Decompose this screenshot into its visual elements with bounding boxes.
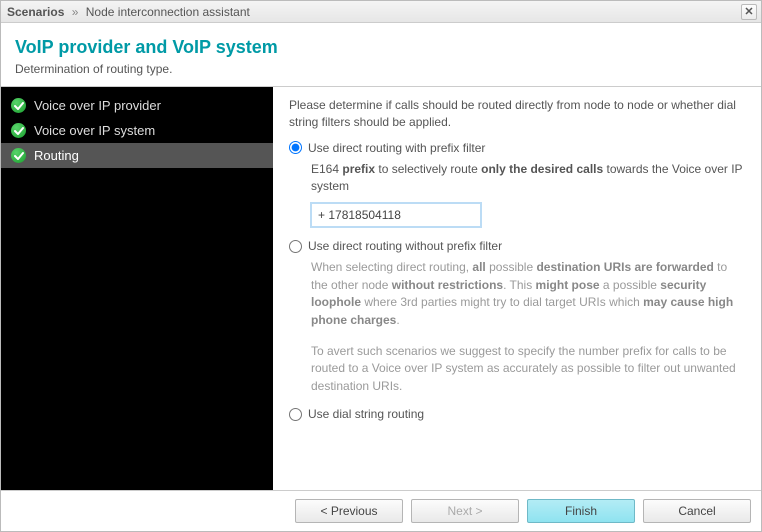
option-label: Use dial string routing xyxy=(308,407,424,421)
wizard-body: Voice over IP provider Voice over IP sys… xyxy=(1,87,761,490)
page-title: VoIP provider and VoIP system xyxy=(15,37,749,58)
option-direct-without-prefix: Use direct routing without prefix filter… xyxy=(289,239,745,395)
sidebar-item-label: Routing xyxy=(34,148,79,163)
check-icon xyxy=(11,123,26,138)
sidebar-item-routing[interactable]: Routing xyxy=(1,143,273,168)
prefix-input[interactable] xyxy=(311,203,481,227)
option-label: Use direct routing without prefix filter xyxy=(308,239,502,253)
cancel-button[interactable]: Cancel xyxy=(643,499,751,523)
opt1-desc: E164 prefix to selectively route only th… xyxy=(311,162,742,193)
option-body: E164 prefix to selectively route only th… xyxy=(311,161,745,228)
check-icon xyxy=(11,148,26,163)
opt2-suggestion: To avert such scenarios we suggest to sp… xyxy=(311,343,745,395)
sidebar: Voice over IP provider Voice over IP sys… xyxy=(1,87,273,490)
titlebar: Scenarios » Node interconnection assista… xyxy=(1,1,761,23)
radio-dial-string[interactable] xyxy=(289,408,302,421)
page-subtitle: Determination of routing type. xyxy=(15,62,749,76)
option-row[interactable]: Use dial string routing xyxy=(289,407,745,421)
option-direct-with-prefix: Use direct routing with prefix filter E1… xyxy=(289,141,745,228)
radio-direct-with-prefix[interactable] xyxy=(289,141,302,154)
option-row[interactable]: Use direct routing with prefix filter xyxy=(289,141,745,155)
opt2-warning: When selecting direct routing, all possi… xyxy=(311,259,745,329)
option-row[interactable]: Use direct routing without prefix filter xyxy=(289,239,745,253)
option-dial-string: Use dial string routing xyxy=(289,407,745,421)
option-body: When selecting direct routing, all possi… xyxy=(311,259,745,395)
wizard-header: VoIP provider and VoIP system Determinat… xyxy=(1,23,761,87)
finish-button[interactable]: Finish xyxy=(527,499,635,523)
sidebar-item-voip-provider[interactable]: Voice over IP provider xyxy=(1,93,273,118)
close-button[interactable]: ✕ xyxy=(741,4,757,20)
breadcrumb: Scenarios » Node interconnection assista… xyxy=(7,5,250,19)
intro-text: Please determine if calls should be rout… xyxy=(289,97,745,131)
sidebar-item-voip-system[interactable]: Voice over IP system xyxy=(1,118,273,143)
content-pane: Please determine if calls should be rout… xyxy=(273,87,761,490)
previous-button[interactable]: < Previous xyxy=(295,499,403,523)
option-label: Use direct routing with prefix filter xyxy=(308,141,485,155)
check-icon xyxy=(11,98,26,113)
sidebar-item-label: Voice over IP provider xyxy=(34,98,161,113)
wizard-window: Scenarios » Node interconnection assista… xyxy=(0,0,762,532)
breadcrumb-page: Node interconnection assistant xyxy=(86,5,250,19)
radio-direct-without-prefix[interactable] xyxy=(289,240,302,253)
breadcrumb-root: Scenarios xyxy=(7,5,64,19)
next-button: Next > xyxy=(411,499,519,523)
close-icon: ✕ xyxy=(744,5,753,18)
breadcrumb-sep: » xyxy=(72,5,79,19)
wizard-footer: < Previous Next > Finish Cancel xyxy=(1,490,761,531)
sidebar-item-label: Voice over IP system xyxy=(34,123,155,138)
